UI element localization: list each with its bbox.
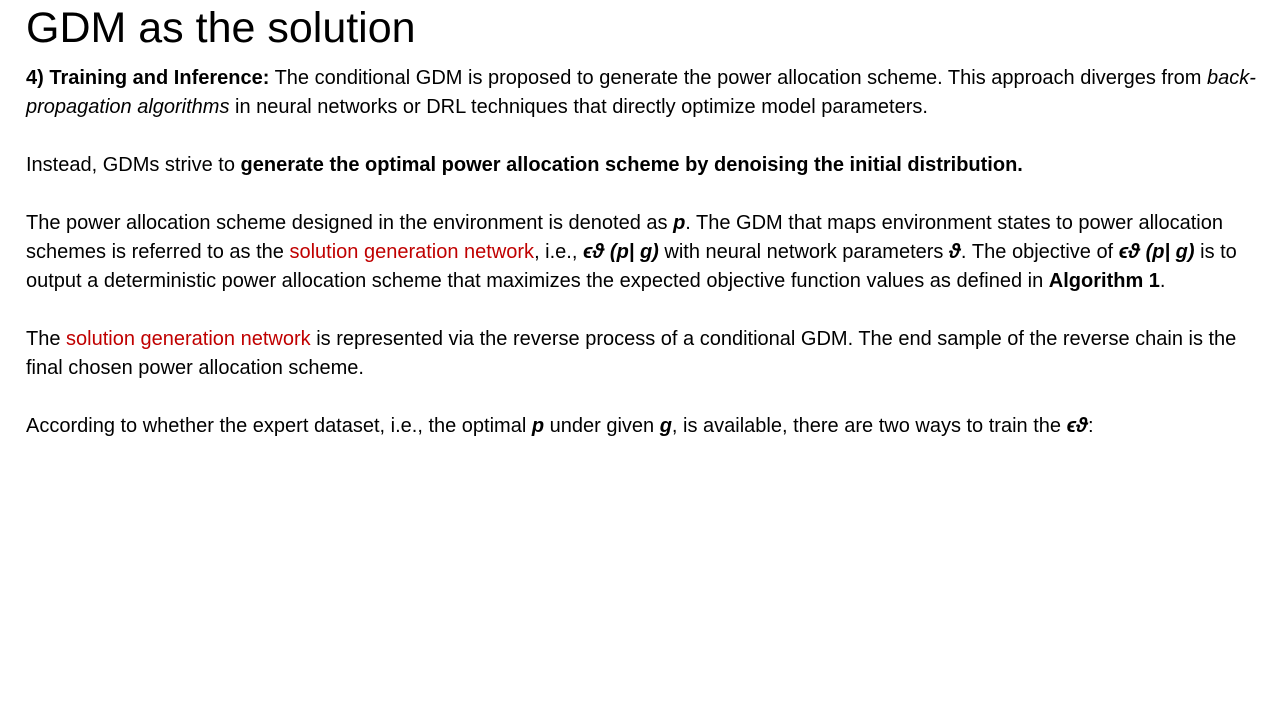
slide-title: GDM as the solution: [26, 4, 416, 52]
text: , i.e.,: [534, 241, 583, 263]
text: Instead, GDMs strive to: [26, 154, 241, 176]
text: :: [1087, 415, 1094, 437]
paragraph-definition: The power allocation scheme designed in …: [26, 209, 1266, 296]
formula: ϵϑ: [1066, 415, 1088, 437]
paragraph-training-inference: 4) Training and Inference: The condition…: [26, 64, 1266, 122]
paragraph-reverse-process: The solution generation network is repre…: [26, 325, 1266, 383]
slide-body: 4) Training and Inference: The condition…: [26, 64, 1266, 470]
paragraph-training-ways: According to whether the expert dataset,…: [26, 412, 1266, 441]
slide: GDM as the solution 4) Training and Infe…: [0, 0, 1280, 720]
formula: ϵϑ (p| g): [1118, 241, 1195, 263]
text: The power allocation scheme designed in …: [26, 212, 674, 234]
paragraph-denoising: Instead, GDMs strive to generate the opt…: [26, 151, 1266, 180]
symbol-p: p: [531, 415, 545, 437]
text: The: [26, 328, 67, 350]
bold-statement: generate the optimal power allocation sc…: [240, 154, 1023, 176]
text: under given: [544, 415, 660, 437]
text: The conditional GDM is proposed to gener…: [269, 67, 1207, 89]
text: . The objective of: [960, 241, 1119, 263]
symbol-theta: ϑ: [948, 241, 961, 263]
text: with neural network parameters: [658, 241, 949, 263]
algorithm-reference: Algorithm 1: [1048, 270, 1160, 292]
text: According to whether the expert dataset,…: [26, 415, 532, 437]
text: , is available, there are two ways to tr…: [671, 415, 1067, 437]
symbol-g: g: [659, 415, 672, 437]
section-heading: 4) Training and Inference:: [26, 67, 270, 89]
text: in neural networks or DRL techniques tha…: [229, 96, 928, 118]
symbol-p: p: [673, 212, 686, 234]
formula: ϵϑ (p| g): [582, 241, 659, 263]
text: .: [1159, 270, 1166, 292]
highlight-term: solution generation network: [66, 328, 311, 350]
highlight-term: solution generation network: [289, 241, 535, 263]
